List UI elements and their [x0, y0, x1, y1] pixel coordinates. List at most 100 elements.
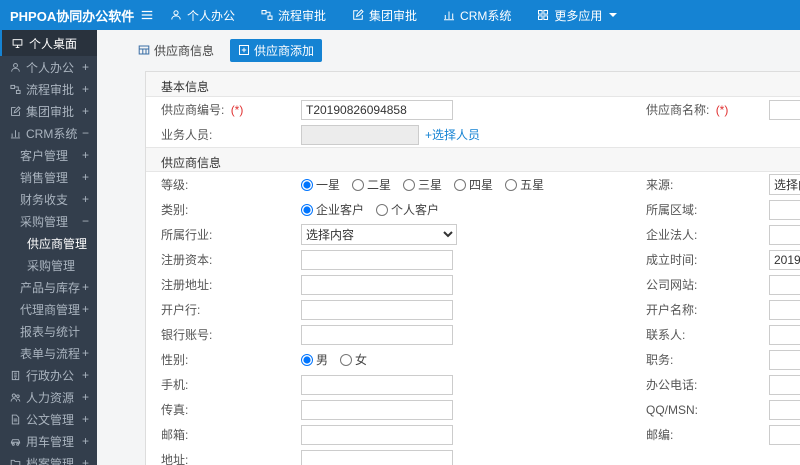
qq-msn-input[interactable]	[769, 399, 800, 420]
sidebar-item[interactable]: 客户管理 +	[0, 144, 97, 166]
source-select[interactable]: 选择内容	[769, 174, 800, 195]
radio-input[interactable]	[301, 203, 313, 216]
supplier-name-input[interactable]	[769, 99, 800, 120]
edit-icon	[352, 9, 364, 21]
radio-input[interactable]	[505, 178, 518, 191]
office-phone-input[interactable]	[769, 374, 800, 395]
tab-supplier-info[interactable]: 供应商信息	[130, 39, 222, 62]
user-icon	[170, 9, 182, 21]
contact-input[interactable]	[769, 324, 800, 345]
bank-account-input[interactable]	[301, 324, 453, 345]
sidebar-item[interactable]: 个人办公 +	[0, 56, 97, 78]
sidebar-item[interactable]: 财务收支 +	[0, 188, 97, 210]
expand-toggle-icon[interactable]: +	[82, 192, 89, 206]
field-label: 办公电话:	[646, 378, 698, 392]
sidebar-item[interactable]: 用车管理 +	[0, 430, 97, 452]
address-input[interactable]	[301, 449, 453, 465]
sidebar-item[interactable]: 供应商管理	[0, 232, 97, 254]
sidebar-item[interactable]: 产品与库存 +	[0, 276, 97, 298]
fax-input[interactable]	[301, 399, 453, 420]
industry-select[interactable]: 选择内容	[301, 224, 457, 245]
legal-person-input[interactable]	[769, 224, 800, 245]
sidebar-item[interactable]: 行政办公 +	[0, 364, 97, 386]
radio-option[interactable]: 个人客户	[376, 201, 439, 218]
expand-toggle-icon[interactable]: +	[82, 170, 89, 184]
sidebar-item[interactable]: 采购管理	[0, 254, 97, 276]
field-label: 成立时间:	[646, 253, 698, 267]
sidebar-item[interactable]: 集团审批 +	[0, 100, 97, 122]
expand-toggle-icon[interactable]: +	[82, 148, 89, 162]
sidebar-item-personal-desktop[interactable]: 个人桌面	[0, 30, 97, 56]
expand-toggle-icon[interactable]: +	[82, 434, 89, 448]
region-input[interactable]	[769, 199, 800, 220]
menu-icon[interactable]	[140, 8, 154, 22]
nav-group-approval[interactable]: 集团审批	[352, 7, 417, 24]
radio-option[interactable]: 企业客户	[301, 201, 364, 218]
expand-toggle-icon[interactable]: +	[82, 280, 89, 294]
expand-toggle-icon[interactable]: −	[82, 214, 89, 228]
bank-input[interactable]	[301, 299, 453, 320]
expand-toggle-icon[interactable]: +	[82, 412, 89, 426]
position-input[interactable]	[769, 349, 800, 370]
registered-address-input[interactable]	[301, 274, 453, 295]
sidebar-item[interactable]: 代理商管理 +	[0, 298, 97, 320]
radio-input[interactable]	[340, 353, 353, 366]
form-row: 开户行: 开户名称:	[146, 297, 800, 322]
nav-more-apps[interactable]: 更多应用	[537, 7, 618, 24]
sidebar-item[interactable]: 人力资源 +	[0, 386, 97, 408]
radio-input[interactable]	[376, 203, 389, 216]
radio-option[interactable]: 一星	[301, 176, 340, 193]
website-input[interactable]	[769, 274, 800, 295]
expand-toggle-icon[interactable]: +	[82, 302, 89, 316]
supplier-no-input[interactable]	[301, 99, 453, 120]
expand-toggle-icon[interactable]: +	[82, 60, 89, 74]
sidebar-item-label: CRM系统	[26, 126, 78, 141]
field-label-text: 供应商编号:	[161, 103, 225, 117]
sidebar-item[interactable]: 采购管理 −	[0, 210, 97, 232]
registered-capital-input[interactable]	[301, 249, 453, 270]
mobile-input[interactable]	[301, 374, 453, 395]
expand-toggle-icon[interactable]: +	[82, 390, 89, 404]
sales-person-input[interactable]	[301, 124, 419, 145]
expand-toggle-icon[interactable]: −	[82, 126, 89, 140]
field-label: 银行账号:	[161, 328, 213, 342]
select-person-link[interactable]: +选择人员	[425, 126, 480, 143]
radio-input[interactable]	[352, 178, 365, 191]
sidebar-item-label: 档案管理	[26, 456, 75, 465]
app-logo: PHPOA协同办公软件	[10, 8, 135, 24]
expand-toggle-icon[interactable]: +	[82, 368, 89, 382]
established-date-input[interactable]	[769, 249, 800, 270]
account-name-input[interactable]	[769, 299, 800, 320]
expand-toggle-icon[interactable]: +	[82, 104, 89, 118]
sidebar-item[interactable]: 档案管理 +	[0, 452, 97, 465]
nav-personal-office[interactable]: 个人办公	[170, 7, 235, 24]
flow-icon	[10, 84, 21, 95]
nav-process-approval[interactable]: 流程审批	[261, 7, 326, 24]
expand-toggle-icon[interactable]: +	[82, 346, 89, 360]
sidebar-item-label: 产品与库存	[20, 280, 80, 295]
radio-option[interactable]: 女	[340, 351, 367, 368]
zip-input[interactable]	[769, 424, 800, 445]
sidebar-item[interactable]: 流程审批 +	[0, 78, 97, 100]
sidebar-item[interactable]: 销售管理 +	[0, 166, 97, 188]
sidebar-item[interactable]: 表单与流程设置 +	[0, 342, 97, 364]
sidebar-item[interactable]: 公文管理 +	[0, 408, 97, 430]
expand-toggle-icon[interactable]: +	[82, 82, 89, 96]
radio-option[interactable]: 五星	[505, 176, 544, 193]
radio-input[interactable]	[403, 178, 416, 191]
sidebar-item[interactable]: CRM系统 −	[0, 122, 97, 144]
topbar: PHPOA协同办公软件 个人办公 流程审批 集团审批 CRM系统 更多应用	[0, 0, 800, 30]
radio-input[interactable]	[301, 178, 313, 191]
radio-option[interactable]: 三星	[403, 176, 442, 193]
radio-input[interactable]	[454, 178, 467, 191]
nav-crm-system[interactable]: CRM系统	[443, 7, 511, 24]
radio-option[interactable]: 男	[301, 351, 328, 368]
tab-supplier-add[interactable]: 供应商添加	[230, 38, 323, 62]
radio-input[interactable]	[301, 353, 313, 366]
radio-option[interactable]: 二星	[352, 176, 391, 193]
radio-option[interactable]: 四星	[454, 176, 493, 193]
flow-icon	[261, 9, 273, 21]
sidebar-item[interactable]: 报表与统计	[0, 320, 97, 342]
email-input[interactable]	[301, 424, 453, 445]
expand-toggle-icon[interactable]: +	[82, 456, 89, 465]
